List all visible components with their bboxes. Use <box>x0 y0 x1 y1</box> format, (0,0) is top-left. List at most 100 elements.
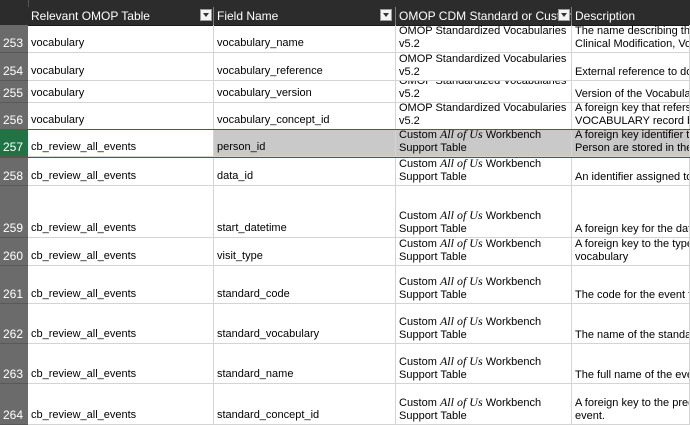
cell-text-line2: v5.2 <box>399 115 420 127</box>
cell-text-line2: Support Table <box>399 251 467 263</box>
cell-omop-standard[interactable]: Custom All of Us Workbench Support Table <box>396 238 572 266</box>
table-row[interactable]: 253 vocabulary vocabulary_name OMOP Standar… <box>0 25 690 53</box>
cell-text-line2: v5.2 <box>399 38 420 50</box>
cell-description[interactable]: A foreign key to the prede event. <box>572 384 690 425</box>
row-number[interactable]: 262 <box>0 304 28 344</box>
cell-omop-standard[interactable]: OMOP Standardized Vocabularies v5.2 <box>396 25 572 53</box>
column-header-omop-standard[interactable]: OMOP CDM Standard or Custom <box>396 7 572 25</box>
cell-omop-table[interactable]: cb_review_all_events <box>28 186 214 238</box>
cell-omop-standard[interactable]: Custom All of Us Workbench Support Table <box>396 186 572 238</box>
table-row[interactable]: 257 cb_review_all_events person_id Custom A… <box>0 129 690 158</box>
cell-description[interactable]: Version of the Vocabulary <box>572 81 690 103</box>
cell-omop-standard[interactable]: Custom All of Us Workbench Support Table <box>396 304 572 344</box>
table-row[interactable]: 258 cb_review_all_events data_id Custom All… <box>0 157 690 186</box>
cell-field-name[interactable]: standard_concept_id <box>214 384 396 425</box>
cell-omop-standard[interactable]: OMOP Standardized Vocabularies v5.2 <box>396 103 572 130</box>
cell-omop-table[interactable]: vocabulary <box>28 25 214 53</box>
cell-omop-standard[interactable]: Custom All of Us Workbench Support Table <box>396 130 572 157</box>
cell-description[interactable]: The name of the standard <box>572 304 690 344</box>
cell-omop-standard[interactable]: Custom All of Us Workbench Support Table <box>396 384 572 425</box>
cell-omop-standard[interactable]: OMOP Standardized Vocabularies v5.2 <box>396 53 572 81</box>
table-row[interactable]: 260 cb_review_all_events visit_type Custom … <box>0 238 690 266</box>
cell-field-name[interactable]: standard_code <box>214 266 396 304</box>
table-row[interactable]: 254 vocabulary vocabulary_reference OMOP St… <box>0 53 690 81</box>
cell-text-italic: All of Us <box>439 157 483 170</box>
cell-text: cb_review_all_events <box>31 170 137 182</box>
row-number-label: 263 <box>3 367 24 381</box>
cell-text-line2: VOCABULARY record be <box>575 115 690 127</box>
table-row[interactable]: 261 cb_review_all_events standard_code Cust… <box>0 266 690 304</box>
cell-field-name[interactable]: visit_type <box>214 238 396 266</box>
table-row[interactable]: 259 cb_review_all_events start_datetime Cus… <box>0 186 690 238</box>
row-number[interactable]: 255 <box>0 81 28 103</box>
cell-text-italic: All of Us <box>439 395 483 409</box>
cell-description[interactable]: A foreign key to the type o vocabulary <box>572 238 690 266</box>
cell-text-pre: Custom <box>399 158 440 170</box>
cell-omop-table[interactable]: vocabulary <box>28 81 214 103</box>
cell-omop-table[interactable]: vocabulary <box>28 103 214 130</box>
cell-field-name[interactable]: vocabulary_reference <box>214 53 396 81</box>
cell-field-name[interactable]: vocabulary_version <box>214 81 396 103</box>
cell-field-name[interactable]: start_datetime <box>214 186 396 238</box>
cell-description[interactable]: A foreign key identifier to t Person are … <box>572 130 690 157</box>
cell-omop-table[interactable]: cb_review_all_events <box>28 384 214 425</box>
cell-field-name[interactable]: person_id <box>214 130 396 157</box>
row-number[interactable]: 253 <box>0 25 28 53</box>
filter-dropdown-icon[interactable] <box>380 9 392 21</box>
cell-text-line2: Support Table <box>399 369 467 381</box>
cell-description[interactable]: A foreign key for the date <box>572 186 690 238</box>
table-row[interactable]: 256 vocabulary vocabulary_concept_id OMOP S… <box>0 103 690 130</box>
column-header-relevant-omop-table[interactable]: Relevant OMOP Table <box>28 7 214 25</box>
cell-text-line2: An identifier assigned to t <box>575 171 690 183</box>
row-number-label: 257 <box>3 140 24 154</box>
row-number[interactable]: 254 <box>0 53 28 81</box>
cell-field-name[interactable]: vocabulary_name <box>214 25 396 53</box>
cell-omop-standard[interactable]: Custom All of Us Workbench Support Table <box>396 266 572 304</box>
row-number[interactable]: 260 <box>0 238 28 266</box>
row-number[interactable]: 259 <box>0 186 28 238</box>
spreadsheet: Relevant OMOP Table Field Name OMOP CDM … <box>0 0 690 425</box>
cell-omop-standard[interactable]: Custom All of Us Workbench Support Table <box>396 344 572 384</box>
table-row[interactable]: 262 cb_review_all_events standard_vocabula… <box>0 304 690 344</box>
cell-text-line2: External reference to docu <box>575 66 689 78</box>
filter-dropdown-icon[interactable] <box>200 9 212 21</box>
table-row[interactable]: 264 cb_review_all_events standard_concept_… <box>0 384 690 425</box>
row-number[interactable]: 257 <box>0 130 28 157</box>
cell-text-pre: Custom <box>399 356 440 368</box>
cell-text-post: Workbench <box>482 158 542 170</box>
cell-field-name[interactable]: standard_name <box>214 344 396 384</box>
cell-omop-table[interactable]: cb_review_all_events <box>28 130 214 157</box>
row-number[interactable]: 258 <box>0 157 28 186</box>
row-number[interactable]: 261 <box>0 266 28 304</box>
column-header-field-name[interactable]: Field Name <box>214 7 396 25</box>
table-row[interactable]: 263 cb_review_all_events standard_name Cust… <box>0 344 690 384</box>
cell-description[interactable]: The full name of the event <box>572 344 690 384</box>
row-number[interactable]: 263 <box>0 344 28 384</box>
cell-field-name[interactable]: data_id <box>214 157 396 186</box>
filter-dropdown-icon[interactable] <box>558 9 570 21</box>
cell-field-name[interactable]: standard_vocabulary <box>214 304 396 344</box>
cell-omop-table[interactable]: vocabulary <box>28 53 214 81</box>
cell-omop-table[interactable]: cb_review_all_events <box>28 157 214 186</box>
cell-field-name[interactable]: vocabulary_concept_id <box>214 103 396 130</box>
cell-text-line1: OMOP Standardized Vocabularies <box>399 53 567 65</box>
cell-description[interactable]: External reference to docu <box>572 53 690 81</box>
column-header-description[interactable]: Description <box>572 7 690 25</box>
cell-description[interactable]: The name describing the Clinical Modifica… <box>572 25 690 53</box>
cell-text-line2: Support Table <box>399 410 467 422</box>
cell-description[interactable]: An identifier assigned to t <box>572 157 690 186</box>
cell-omop-table[interactable]: cb_review_all_events <box>28 344 214 384</box>
row-number[interactable]: 256 <box>0 103 28 130</box>
table-row[interactable]: 255 vocabulary vocabulary_version OMOP Stan… <box>0 81 690 103</box>
cell-text: cb_review_all_events <box>31 222 137 234</box>
row-number[interactable]: 264 <box>0 384 28 425</box>
cell-omop-table[interactable]: cb_review_all_events <box>28 304 214 344</box>
cell-omop-standard[interactable]: OMOP Standardized Vocabularies v5.2 <box>396 81 572 103</box>
cell-omop-standard[interactable]: Custom All of Us Workbench Support Table <box>396 157 572 186</box>
cell-description[interactable]: The code for the event fro <box>572 266 690 304</box>
cell-text: standard_vocabulary <box>217 328 320 340</box>
cell-description[interactable]: A foreign key that refers toVOCABULARY r… <box>572 103 690 130</box>
cell-omop-table[interactable]: cb_review_all_events <box>28 266 214 304</box>
cell-text: vocabulary_concept_id <box>217 114 330 126</box>
cell-omop-table[interactable]: cb_review_all_events <box>28 238 214 266</box>
